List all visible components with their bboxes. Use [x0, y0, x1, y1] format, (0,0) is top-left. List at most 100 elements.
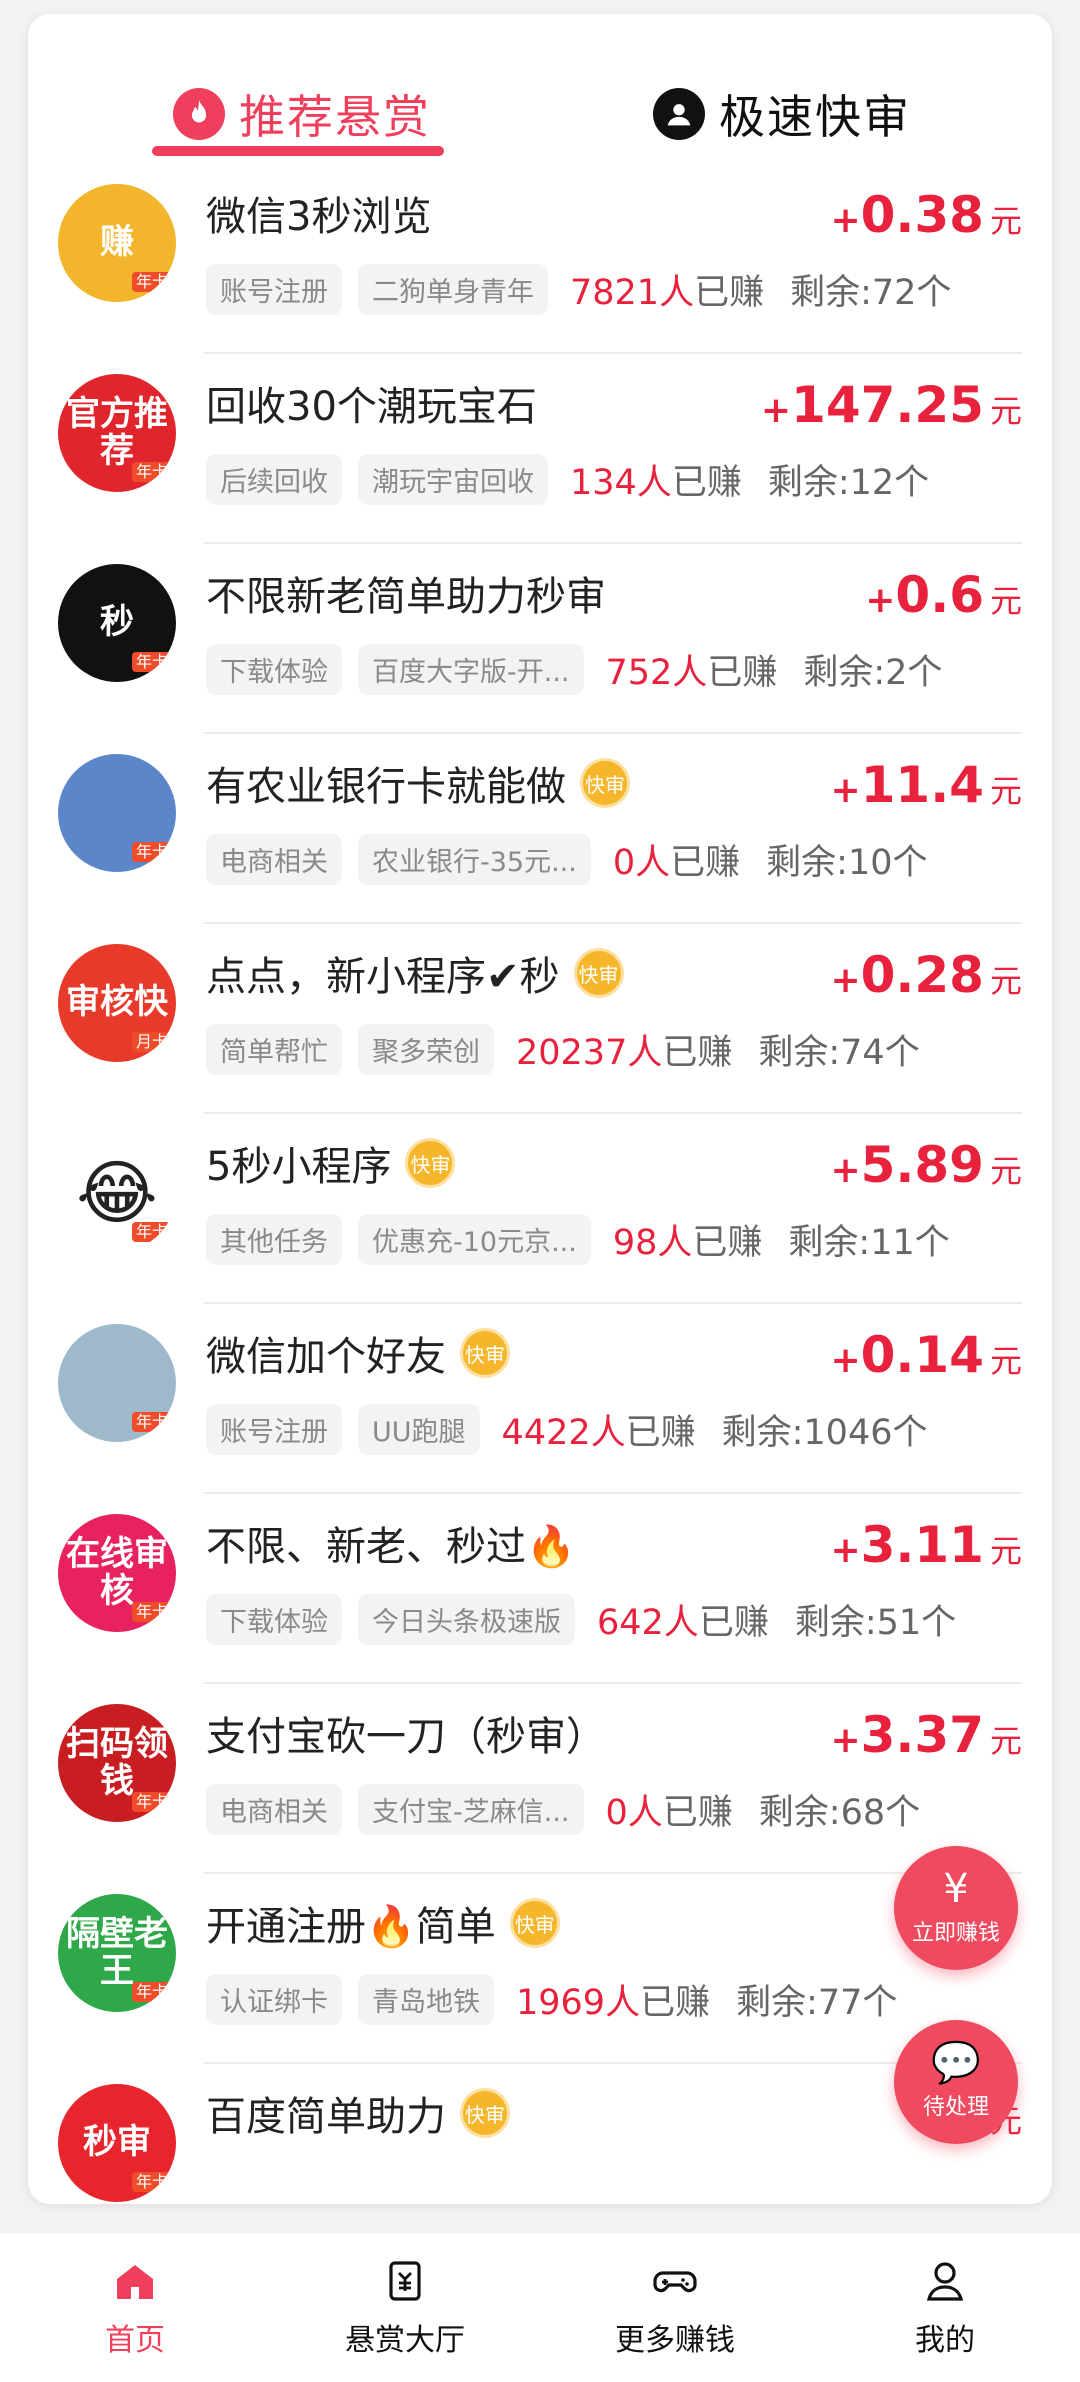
- earned-suffix: 已赚: [640, 1983, 711, 2023]
- reward-amount: 147.25: [791, 376, 984, 434]
- tab-fast-review[interactable]: 极速快审: [653, 74, 911, 154]
- earn-now-button[interactable]: ¥ 立即赚钱: [894, 1846, 1018, 1970]
- task-tag: 百度大字版-开...: [358, 644, 584, 695]
- earned-count: 7821人: [570, 273, 695, 313]
- reward-amount: 0.14: [860, 1326, 984, 1384]
- task-meta: 电商相关 支付宝-芝麻信... 0人 已赚 剩余:68个: [206, 1784, 920, 1835]
- task-row[interactable]: 秒 年卡 不限新老简单助力秒审 + 0.6 元 下载体验 百度大字版-开... 75…: [28, 544, 1052, 734]
- fast-review-badge: 快审: [405, 1138, 456, 1188]
- task-card: 推荐悬赏 极速快审 赚 年卡 微信3秒浏览 + 0.38 元 账号注册 二狗单身青…: [28, 14, 1052, 2204]
- remaining-count: 剩余:74个: [758, 1033, 920, 1073]
- reward-amount: 3.11: [860, 1516, 984, 1574]
- earned-suffix: 已赚: [694, 273, 765, 313]
- task-title: 有农业银行卡就能做 快审: [206, 754, 630, 812]
- task-avatar: 赚 年卡: [58, 184, 176, 302]
- earn-now-label: 立即赚钱: [911, 1921, 1000, 1946]
- task-tag: 支付宝-芝麻信...: [358, 1784, 584, 1835]
- task-title: 开通注册🔥简单 快审: [206, 1894, 560, 1952]
- nav-bounty-hall[interactable]: 悬赏大厅: [270, 2233, 540, 2382]
- task-row[interactable]: 审核快 月卡 点点，新小程序✔秒 快审 + 0.28 元 简单帮忙 聚多荣创 202…: [28, 924, 1052, 1114]
- earned-count: 0人: [605, 1793, 663, 1833]
- nav-profile[interactable]: 我的: [810, 2233, 1080, 2382]
- remaining-count: 剩余:68个: [758, 1793, 921, 1833]
- reward-unit: 元: [989, 582, 1022, 620]
- reward-plus: +: [830, 770, 861, 811]
- task-tag: 今日头条极速版: [358, 1594, 575, 1645]
- earned-count: 98人: [612, 1223, 693, 1263]
- task-meta: 电商相关 农业银行-35元... 0人 已赚 剩余:10个: [206, 834, 928, 885]
- card-badge: 年卡: [131, 272, 172, 292]
- remaining-count: 剩余:12个: [767, 463, 930, 503]
- task-avatar: 😂 年卡: [58, 1134, 176, 1252]
- avatar-text: 扫码领钱: [66, 1723, 168, 1801]
- card-badge: 年卡: [131, 1602, 172, 1622]
- nav-more-earn-label: 更多赚钱: [615, 2322, 735, 2358]
- pending-label: 待处理: [922, 2095, 989, 2120]
- reward-unit: 元: [989, 1342, 1022, 1380]
- pending-button[interactable]: 💬 待处理: [894, 2020, 1018, 2144]
- reward-amount: 3.37: [860, 1706, 984, 1764]
- reward-plus: +: [830, 200, 861, 241]
- earned-count: 752人: [605, 653, 708, 693]
- task-avatar: 年卡: [58, 1324, 176, 1442]
- task-reward: + 147.25 元: [761, 376, 1022, 434]
- task-tag: 账号注册: [206, 1404, 342, 1455]
- task-meta: 简单帮忙 聚多荣创 20237人 已赚 剩余:74个: [206, 1024, 920, 1075]
- reward-unit: 元: [989, 202, 1022, 240]
- task-row[interactable]: 扫码领钱 年卡 支付宝砍一刀（秒审） + 3.37 元 电商相关 支付宝-芝麻信.…: [28, 1684, 1052, 1874]
- task-avatar: 扫码领钱 年卡: [58, 1704, 176, 1822]
- user-icon: [653, 88, 705, 140]
- task-row[interactable]: 官方推荐 年卡 回收30个潮玩宝石 + 147.25 元 后续回收 潮玩宇宙回收 1…: [28, 354, 1052, 544]
- task-tag: 认证绑卡: [206, 1974, 342, 2025]
- task-reward: + 3.37 元: [830, 1706, 1022, 1764]
- nav-profile-label: 我的: [915, 2322, 975, 2358]
- tab-recommended-label: 推荐悬赏: [239, 90, 431, 144]
- card-badge: 年卡: [131, 1412, 172, 1432]
- remaining-count: 剩余:51个: [794, 1603, 957, 1643]
- task-tag: 潮玩宇宙回收: [358, 454, 548, 505]
- task-title: 不限新老简单助力秒审: [206, 564, 606, 622]
- nav-bounty-hall-label: 悬赏大厅: [345, 2322, 465, 2358]
- card-badge: 年卡: [131, 1222, 172, 1242]
- task-row[interactable]: 年卡 微信加个好友 快审 + 0.14 元 账号注册 UU跑腿 4422人 已赚 剩…: [28, 1304, 1052, 1494]
- task-title-text: 有农业银行卡就能做: [206, 764, 566, 810]
- earned-suffix: 已赚: [625, 1413, 696, 1453]
- task-avatar: 隔壁老王 年卡: [58, 1894, 176, 2012]
- task-tag: 二狗单身青年: [358, 264, 548, 315]
- task-row[interactable]: 😂 年卡 5秒小程序 快审 + 5.89 元 其他任务 优惠充-10元京... 98…: [28, 1114, 1052, 1304]
- task-title-text: 百度简单助力: [206, 2094, 446, 2140]
- task-title-text: 不限、新老、秒过🔥: [206, 1524, 576, 1570]
- earned-count: 134人: [570, 463, 672, 503]
- task-row[interactable]: 在线审核 年卡 不限、新老、秒过🔥 + 3.11 元 下载体验 今日头条极速版 64…: [28, 1494, 1052, 1684]
- task-row[interactable]: 年卡 有农业银行卡就能做 快审 + 11.4 元 电商相关 农业银行-35元...…: [28, 734, 1052, 924]
- earned-suffix: 已赚: [707, 653, 778, 693]
- avatar-text: 隔壁老王: [66, 1913, 168, 1991]
- avatar-text: 赚: [100, 222, 134, 263]
- task-row[interactable]: 赚 年卡 微信3秒浏览 + 0.38 元 账号注册 二狗单身青年 7821人 已赚 …: [28, 164, 1052, 354]
- earned-suffix: 已赚: [662, 1033, 733, 1073]
- nav-home[interactable]: 首页: [0, 2233, 270, 2382]
- task-reward: + 0.28 元: [830, 946, 1022, 1004]
- remaining-count: 剩余:77个: [736, 1983, 898, 2023]
- task-meta: 认证绑卡 青岛地铁 1969人 已赚 剩余:77个: [206, 1974, 897, 2025]
- avatar-text: 在线审核: [66, 1533, 168, 1611]
- bottom-navigation: 首页 悬赏大厅 更多赚钱 我的: [0, 2232, 1080, 2382]
- nav-home-label: 首页: [105, 2322, 165, 2358]
- task-reward: + 3.11 元: [830, 1516, 1022, 1574]
- task-title-text: 5秒小程序: [206, 1144, 392, 1190]
- task-tag: 电商相关: [206, 834, 342, 885]
- task-tag: 聚多荣创: [358, 1024, 494, 1075]
- earned-count: 0人: [612, 843, 671, 883]
- fast-review-badge: 快审: [573, 948, 624, 998]
- task-avatar: 年卡: [58, 754, 176, 872]
- tab-recommended[interactable]: 推荐悬赏: [173, 74, 431, 154]
- nav-more-earn[interactable]: 更多赚钱: [540, 2233, 810, 2382]
- task-tag: 农业银行-35元...: [358, 834, 591, 885]
- earned-suffix: 已赚: [662, 1793, 733, 1833]
- reward-unit: 元: [989, 392, 1022, 430]
- flame-icon: [173, 88, 225, 140]
- earned-suffix: 已赚: [698, 1603, 769, 1643]
- reward-amount: 0.6: [895, 566, 984, 624]
- card-badge: 年卡: [131, 1982, 172, 2002]
- chat-icon: 💬: [931, 2040, 981, 2086]
